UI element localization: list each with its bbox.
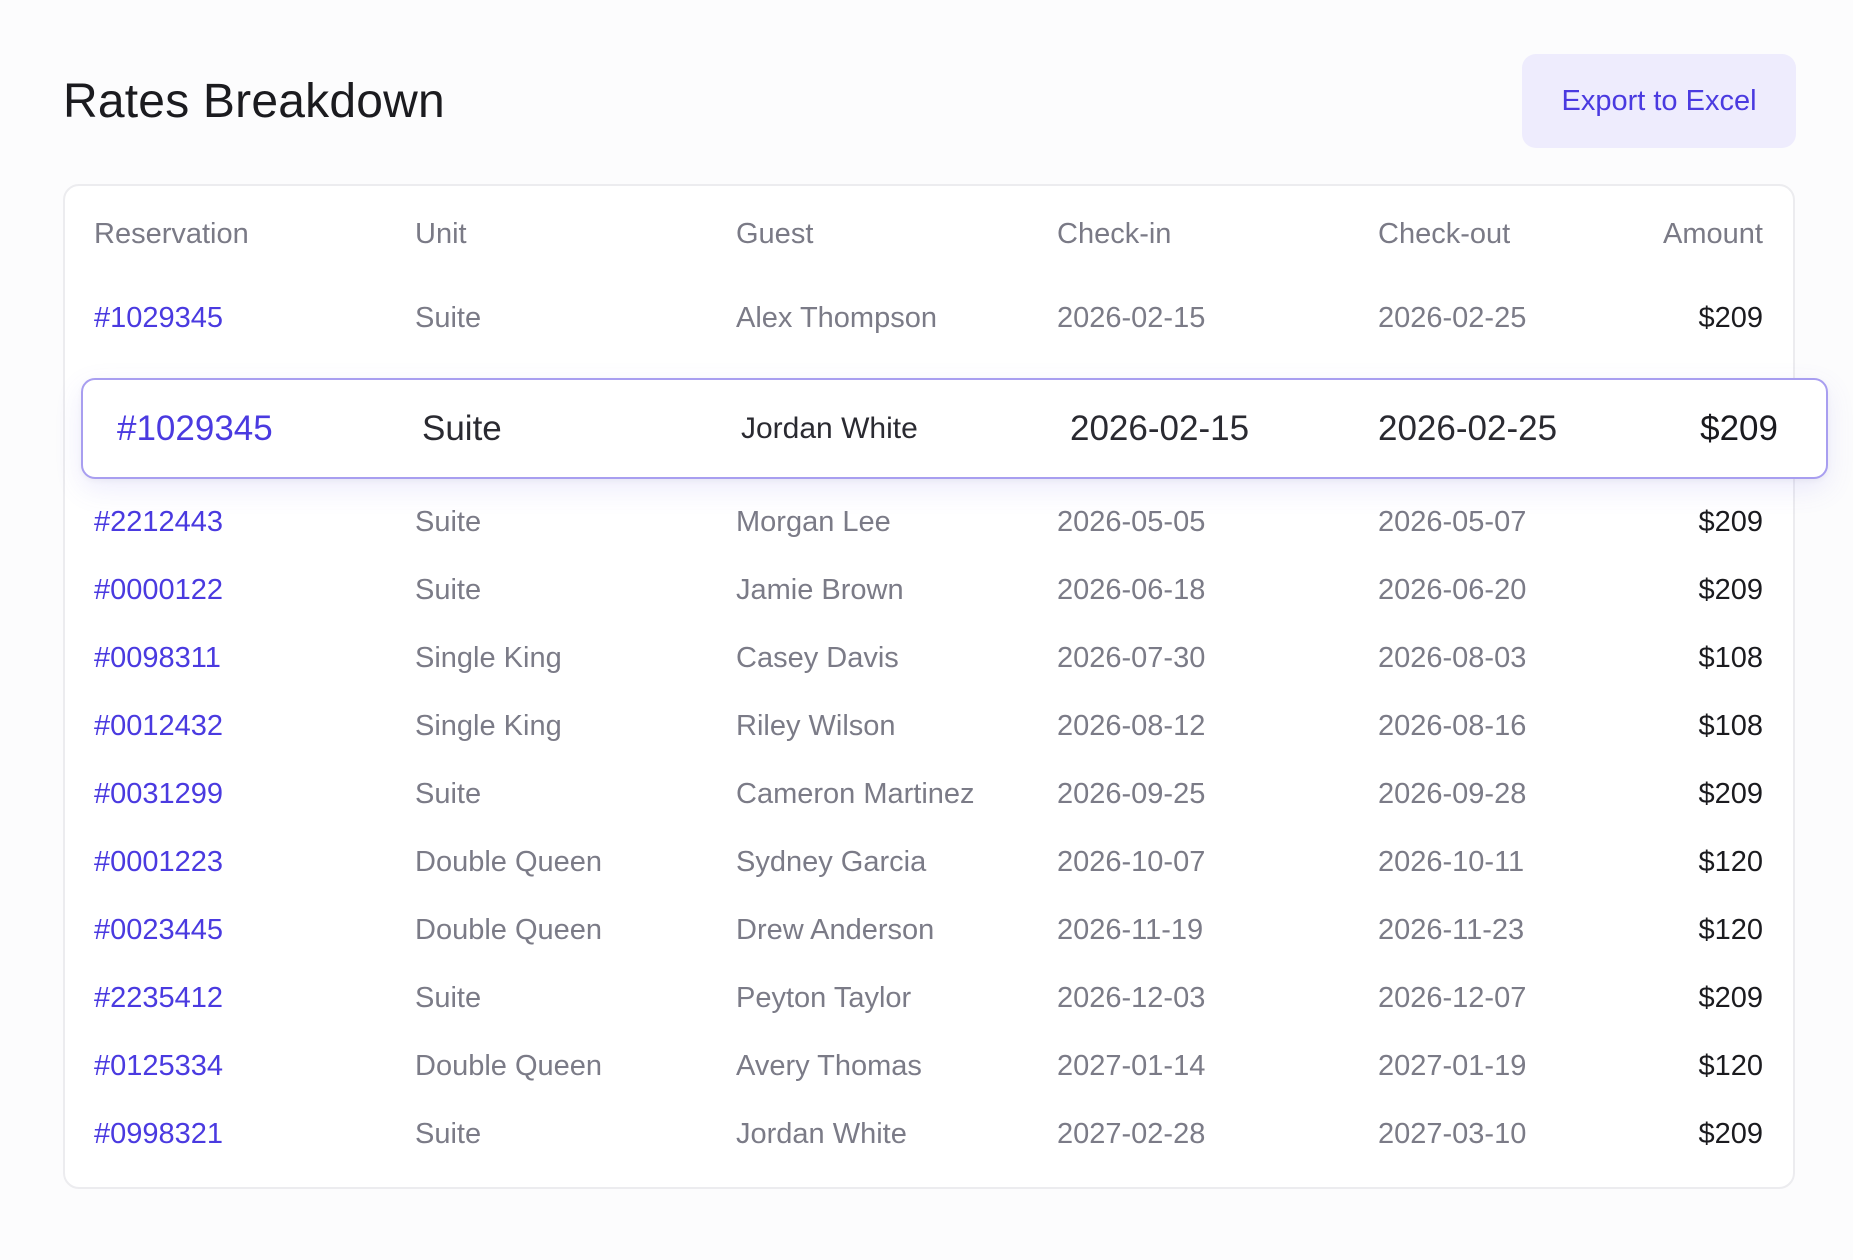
unit-cell: Suite bbox=[415, 778, 482, 810]
unit-cell: Suite bbox=[415, 506, 482, 538]
guest-cell: Jamie Brown bbox=[736, 574, 904, 606]
page-title: Rates Breakdown bbox=[63, 75, 445, 128]
check-in-cell: 2026-12-03 bbox=[1057, 982, 1206, 1014]
amount-cell: $209 bbox=[1698, 982, 1763, 1014]
reservation-link[interactable]: #2212443 bbox=[94, 502, 223, 542]
table-row[interactable]: #0000122 Suite Jamie Brown 2026-06-18 20… bbox=[65, 562, 1797, 618]
table-row[interactable]: #2235412 Suite Peyton Taylor 2026-12-03 … bbox=[65, 970, 1797, 1026]
check-in-cell: 2026-02-15 bbox=[1070, 408, 1250, 448]
column-header-check-in[interactable]: Check-in bbox=[1057, 214, 1171, 254]
check-in-cell: 2026-05-05 bbox=[1057, 506, 1206, 538]
column-header-check-out[interactable]: Check-out bbox=[1378, 214, 1510, 254]
check-out-cell: 2026-05-07 bbox=[1378, 506, 1527, 538]
unit-cell: Single King bbox=[415, 642, 562, 674]
reservation-link[interactable]: #1029345 bbox=[94, 298, 223, 338]
rates-table: Reservation Unit Guest Check-in Check-ou… bbox=[63, 184, 1795, 1189]
table-row[interactable]: #0023445 Double Queen Drew Anderson 2026… bbox=[65, 902, 1797, 958]
guest-cell: Cameron Martinez bbox=[736, 778, 975, 810]
check-out-cell: 2027-03-10 bbox=[1378, 1118, 1527, 1150]
check-out-cell: 2026-08-16 bbox=[1378, 710, 1527, 742]
page: Rates Breakdown Export to Excel Reservat… bbox=[0, 0, 1853, 1260]
reservation-link[interactable]: #1029345 bbox=[117, 409, 273, 449]
check-out-cell: 2026-11-23 bbox=[1378, 914, 1525, 946]
amount-cell: $209 bbox=[1698, 1118, 1763, 1150]
guest-cell: Casey Davis bbox=[736, 642, 899, 674]
table-row[interactable]: #1029345 Suite Alex Thompson 2026-02-15 … bbox=[65, 290, 1797, 346]
unit-cell: Suite bbox=[422, 408, 502, 448]
guest-cell: Jordan White bbox=[741, 411, 918, 445]
check-out-cell: 2026-12-07 bbox=[1378, 982, 1527, 1014]
amount-cell: $120 bbox=[1698, 1050, 1763, 1082]
reservation-link[interactable]: #0000122 bbox=[94, 570, 223, 610]
export-to-excel-button[interactable]: Export to Excel bbox=[1522, 54, 1796, 148]
column-header-guest[interactable]: Guest bbox=[736, 214, 813, 254]
reservation-link[interactable]: #0125334 bbox=[94, 1046, 223, 1086]
check-in-cell: 2026-11-19 bbox=[1057, 914, 1204, 946]
guest-cell: Sydney Garcia bbox=[736, 846, 927, 878]
table-row[interactable]: #0031299 Suite Cameron Martinez 2026-09-… bbox=[65, 766, 1797, 822]
unit-cell: Suite bbox=[415, 302, 482, 334]
highlighted-table-row[interactable]: #1029345 Suite Jordan White 2026-02-15 2… bbox=[81, 378, 1828, 479]
amount-cell: $120 bbox=[1698, 914, 1763, 946]
unit-cell: Single King bbox=[415, 710, 562, 742]
unit-cell: Double Queen bbox=[415, 846, 603, 878]
guest-cell: Peyton Taylor bbox=[736, 982, 912, 1014]
check-out-cell: 2026-02-25 bbox=[1378, 408, 1558, 448]
unit-cell: Suite bbox=[415, 982, 482, 1014]
guest-cell: Riley Wilson bbox=[736, 710, 896, 742]
amount-cell: $209 bbox=[1698, 778, 1763, 810]
check-out-cell: 2026-08-03 bbox=[1378, 642, 1527, 674]
unit-cell: Suite bbox=[415, 1118, 482, 1150]
amount-cell: $209 bbox=[1700, 408, 1778, 448]
guest-cell: Avery Thomas bbox=[736, 1050, 922, 1082]
unit-cell: Suite bbox=[415, 574, 482, 606]
guest-cell: Jordan White bbox=[736, 1118, 907, 1150]
reservation-link[interactable]: #2235412 bbox=[94, 978, 223, 1018]
check-in-cell: 2026-07-30 bbox=[1057, 642, 1206, 674]
reservation-link[interactable]: #0012432 bbox=[94, 706, 223, 746]
table-row[interactable]: #0012432 Single King Riley Wilson 2026-0… bbox=[65, 698, 1797, 754]
check-out-cell: 2027-01-19 bbox=[1378, 1050, 1527, 1082]
column-header-unit[interactable]: Unit bbox=[415, 214, 467, 254]
amount-cell: $209 bbox=[1698, 574, 1763, 606]
table-row[interactable]: #0998321 Suite Jordan White 2027-02-28 2… bbox=[65, 1106, 1797, 1162]
amount-cell: $108 bbox=[1698, 642, 1763, 674]
reservation-link[interactable]: #0998321 bbox=[94, 1114, 223, 1154]
check-in-cell: 2027-01-14 bbox=[1057, 1050, 1206, 1082]
table-row[interactable]: #2212443 Suite Morgan Lee 2026-05-05 202… bbox=[65, 494, 1797, 550]
guest-cell: Drew Anderson bbox=[736, 914, 935, 946]
check-in-cell: 2027-02-28 bbox=[1057, 1118, 1206, 1150]
check-out-cell: 2026-10-11 bbox=[1378, 846, 1525, 878]
check-in-cell: 2026-08-12 bbox=[1057, 710, 1206, 742]
unit-cell: Double Queen bbox=[415, 914, 603, 946]
reservation-link[interactable]: #0098311 bbox=[94, 638, 221, 678]
check-out-cell: 2026-06-20 bbox=[1378, 574, 1527, 606]
check-out-cell: 2026-02-25 bbox=[1378, 302, 1527, 334]
table-row[interactable]: #0001223 Double Queen Sydney Garcia 2026… bbox=[65, 834, 1797, 890]
check-in-cell: 2026-02-15 bbox=[1057, 302, 1206, 334]
table-header: Reservation Unit Guest Check-in Check-ou… bbox=[65, 206, 1797, 262]
guest-cell: Alex Thompson bbox=[736, 302, 937, 334]
reservation-link[interactable]: #0023445 bbox=[94, 910, 223, 950]
unit-cell: Double Queen bbox=[415, 1050, 603, 1082]
table-row[interactable]: #0125334 Double Queen Avery Thomas 2027-… bbox=[65, 1038, 1797, 1094]
check-out-cell: 2026-09-28 bbox=[1378, 778, 1527, 810]
amount-cell: $209 bbox=[1698, 302, 1763, 334]
reservation-link[interactable]: #0031299 bbox=[94, 774, 223, 814]
check-in-cell: 2026-10-07 bbox=[1057, 846, 1206, 878]
amount-cell: $209 bbox=[1698, 506, 1763, 538]
amount-cell: $108 bbox=[1698, 710, 1763, 742]
table-row[interactable]: #0098311 Single King Casey Davis 2026-07… bbox=[65, 630, 1797, 686]
check-in-cell: 2026-06-18 bbox=[1057, 574, 1206, 606]
reservation-link[interactable]: #0001223 bbox=[94, 842, 223, 882]
check-in-cell: 2026-09-25 bbox=[1057, 778, 1206, 810]
column-header-amount[interactable]: Amount bbox=[1663, 214, 1763, 254]
amount-cell: $120 bbox=[1698, 846, 1763, 878]
column-header-reservation[interactable]: Reservation bbox=[94, 214, 249, 254]
guest-cell: Morgan Lee bbox=[736, 506, 891, 538]
